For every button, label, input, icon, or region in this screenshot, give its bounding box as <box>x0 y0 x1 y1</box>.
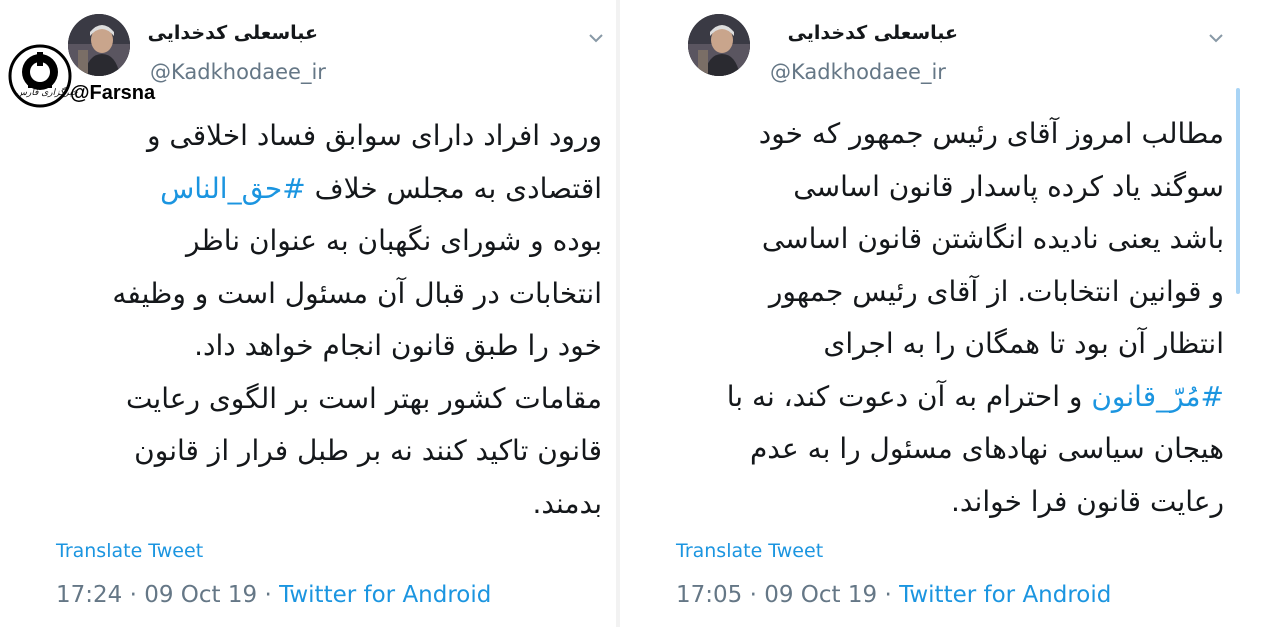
tweet-line: مطالب امروز آقای رئیس جمهور که خود <box>758 117 1224 150</box>
farsna-logo-icon <box>8 44 72 108</box>
tweet-text: مطالب امروز آقای رئیس جمهور که خود سوگند… <box>664 108 1224 528</box>
tweet-text: ورود افراد دارای سوابق فساد اخلاقی و اقت… <box>82 110 602 530</box>
tweet-time[interactable]: 17:05 <box>676 582 742 608</box>
tweet-date[interactable]: 09 Oct 19 <box>144 582 257 608</box>
author-handle[interactable]: @Kadkhodaee_ir <box>770 60 946 84</box>
author-handle[interactable]: @Kadkhodaee_ir <box>150 60 326 84</box>
tweet-source-link[interactable]: Twitter for Android <box>279 582 491 608</box>
tweet-meta: 17:24 · 09 Oct 19 · Twitter for Android <box>56 582 491 608</box>
farsna-watermark: @Farsna <box>70 82 156 104</box>
farsna-logo-script: خبرگزاری فارس <box>16 88 78 98</box>
tweet-line: انتظار آن بود تا همگان را به اجرای <box>823 327 1224 360</box>
author-name[interactable]: عباسعلی کدخدایی <box>148 22 318 44</box>
tweet-date[interactable]: 09 Oct 19 <box>764 582 877 608</box>
avatar-photo-icon <box>688 14 750 76</box>
tweet-line-text: اقتصادی به مجلس خلاف <box>314 171 602 205</box>
tweet-meta: 17:05 · 09 Oct 19 · Twitter for Android <box>676 582 1111 608</box>
tweet-line: و قوانین انتخابات. از آقای رئیس جمهور <box>768 274 1224 308</box>
hashtag-link[interactable]: #حق_الناس <box>160 172 306 205</box>
tweet-time[interactable]: 17:24 <box>56 582 122 608</box>
translate-tweet-link[interactable]: Translate Tweet <box>676 540 823 562</box>
meta-separator: · <box>129 582 137 608</box>
tweet-source-link[interactable]: Twitter for Android <box>899 582 1111 608</box>
avatar[interactable] <box>68 14 130 76</box>
avatar[interactable] <box>688 14 750 76</box>
tweet-card-right: عباسعلی کدخدایی @Kadkhodaee_ir مطالب امر… <box>620 0 1280 627</box>
hashtag-link[interactable]: #مُرّ_قانون <box>1091 380 1224 413</box>
chevron-down-icon[interactable] <box>1206 28 1226 48</box>
tweet-line: انتخابات در قبال آن مسئول است و وظیفه <box>112 276 602 310</box>
tweet-line: بدمند. <box>532 486 602 520</box>
tweet-line: باشد یعنی نادیده انگاشتن قانون اساسی <box>761 222 1224 255</box>
translate-tweet-link[interactable]: Translate Tweet <box>56 540 203 562</box>
tweet-line: اقتصادی به مجلس خلاف #حق_الناس <box>82 163 602 216</box>
tweet-line: هیجان سیاسی نهادهای مسئول را به عدم <box>749 432 1224 465</box>
author-name[interactable]: عباسعلی کدخدایی <box>788 22 958 44</box>
chevron-down-icon[interactable] <box>586 28 606 48</box>
tweet-line: #مُرّ_قانون و احترام به آن دعوت کند، نه … <box>664 371 1224 424</box>
tweet-line: خود را طبق قانون انجام خواهد داد. <box>194 329 602 362</box>
avatar-photo-icon <box>68 14 130 76</box>
tweet-line: ورود افراد دارای سوابق فساد اخلاقی و <box>146 119 602 152</box>
meta-separator: · <box>264 582 272 608</box>
tweet-line: رعایت قانون فرا خواند. <box>950 484 1224 518</box>
tweet-line-text: و احترام به آن دعوت کند، نه با <box>726 379 1083 413</box>
meta-separator: · <box>884 582 892 608</box>
tweet-line: سوگند یاد کرده پاسدار قانون اساسی <box>793 169 1224 203</box>
meta-separator: · <box>749 582 757 608</box>
tweet-line: مقامات کشور بهتر است بر الگوی رعایت <box>125 381 602 415</box>
scroll-indicator <box>1236 88 1240 294</box>
tweet-line: قانون تاکید کنند نه بر طبل فرار از قانون <box>134 434 602 467</box>
tweet-line: بوده و شورای نگهبان به عنوان ناظر <box>186 224 602 257</box>
